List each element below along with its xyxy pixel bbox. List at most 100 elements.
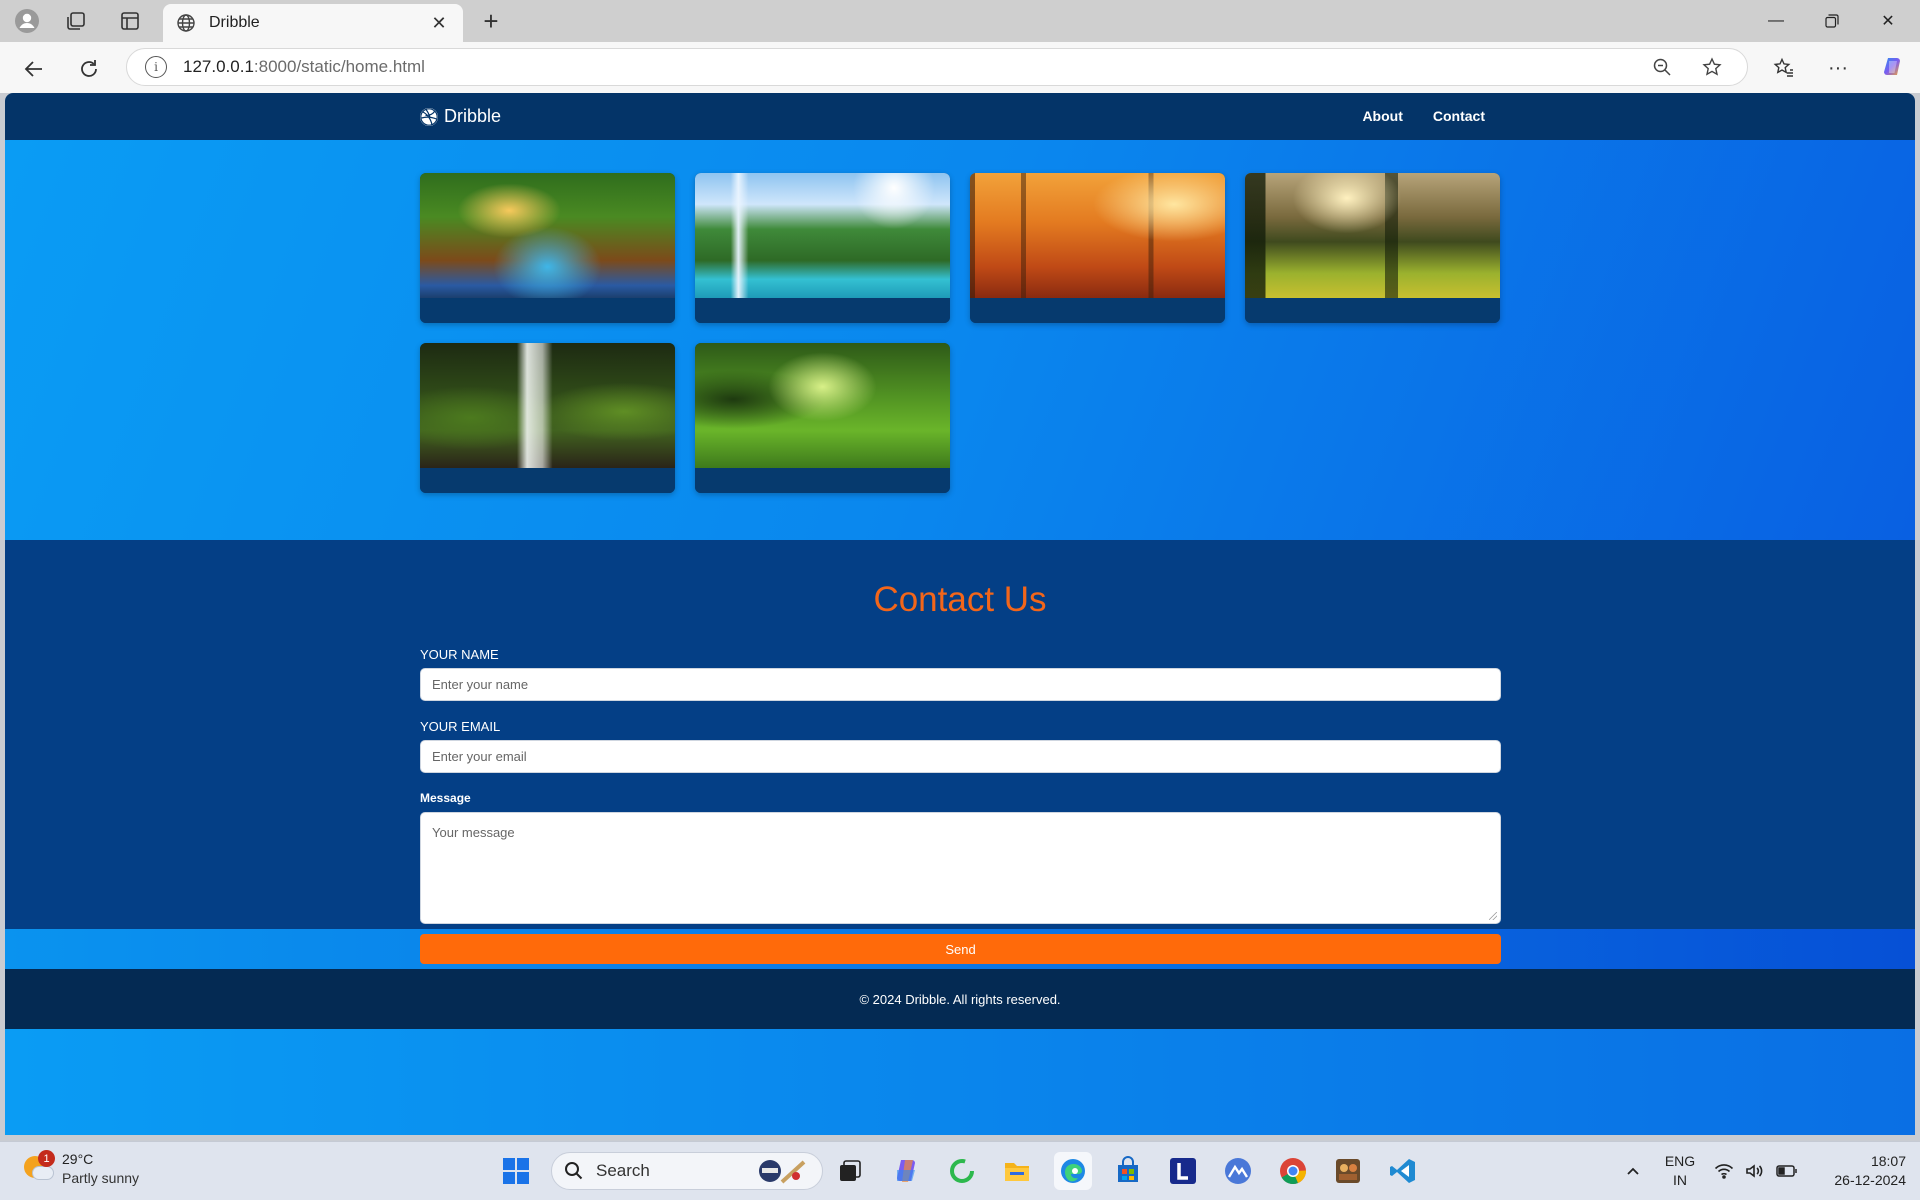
dribbble-ball-icon xyxy=(420,107,438,126)
contact-section: Contact Us YOUR NAME Enter your name YOU… xyxy=(5,540,1915,964)
zoom-icon[interactable] xyxy=(1647,52,1677,82)
gallery-card[interactable] xyxy=(1245,173,1500,323)
task-view-icon[interactable] xyxy=(831,1152,869,1190)
message-label: Message xyxy=(420,791,471,805)
card-caption-bar xyxy=(695,298,950,323)
site-logo[interactable]: Dribble xyxy=(420,106,501,127)
card-caption-bar xyxy=(420,468,675,493)
email-placeholder: Enter your email xyxy=(432,749,527,764)
favorite-star-icon[interactable] xyxy=(1697,52,1727,82)
taskbar: 1 29°C Partly sunny Search ENG IN 18:07 … xyxy=(0,1141,1920,1200)
gallery-card[interactable] xyxy=(695,173,950,323)
gallery-card[interactable] xyxy=(420,343,675,493)
language-indicator[interactable]: ENG IN xyxy=(1656,1152,1704,1190)
back-icon[interactable] xyxy=(17,52,51,86)
email-label: YOUR EMAIL xyxy=(420,719,501,734)
notification-badge: 1 xyxy=(38,1150,55,1167)
close-window-icon[interactable]: ✕ xyxy=(1860,0,1916,42)
profile-icon[interactable] xyxy=(12,6,42,36)
gallery-card[interactable] xyxy=(420,173,675,323)
address-bar[interactable]: i 127.0.0.1:8000/static/home.html xyxy=(126,48,1748,86)
lang-primary: ENG xyxy=(1664,1153,1696,1169)
card-caption-bar xyxy=(695,468,950,493)
tab-title: Dribble xyxy=(209,14,260,31)
partly-sunny-icon: 1 xyxy=(22,1150,56,1186)
url-path: :8000/static/home.html xyxy=(253,57,425,76)
resize-handle-icon[interactable] xyxy=(1489,912,1497,920)
message-field[interactable]: Your message xyxy=(420,812,1501,924)
url-host: 127.0.0.1 xyxy=(183,57,254,76)
windows-start-icon[interactable] xyxy=(497,1152,535,1190)
weather-temp: 29°C xyxy=(62,1151,94,1167)
sunlit-meadow-image xyxy=(1245,173,1500,298)
browser-tab-bar: Dribble ✕ + — ✕ xyxy=(0,0,1920,42)
chrome-icon[interactable] xyxy=(1274,1152,1312,1190)
forest-stream-image xyxy=(420,173,675,298)
name-field[interactable]: Enter your name xyxy=(420,668,1501,701)
system-tray-icons[interactable] xyxy=(1709,1152,1803,1190)
mossy-waterfall-image xyxy=(420,343,675,468)
l-app-icon[interactable] xyxy=(1164,1152,1202,1190)
microsoft-store-icon[interactable] xyxy=(1109,1152,1147,1190)
card-caption-bar xyxy=(970,298,1225,323)
brand-name: Dribble xyxy=(444,106,502,126)
lang-region: IN xyxy=(1673,1172,1687,1188)
taskbar-search[interactable]: Search xyxy=(551,1152,823,1190)
page-viewport: Dribble About Contact Contact Us YOUR NA… xyxy=(5,93,1915,1135)
site-footer: © 2024 Dribble. All rights reserved. xyxy=(5,969,1915,1029)
page-bottom-band xyxy=(5,1029,1915,1135)
tab-dribble[interactable]: Dribble ✕ xyxy=(163,4,463,42)
restore-icon[interactable] xyxy=(1804,0,1860,42)
name-placeholder: Enter your name xyxy=(432,677,529,692)
green-forest-path-image xyxy=(695,343,950,468)
edge-browser-icon[interactable] xyxy=(1054,1152,1092,1190)
weather-widget[interactable]: 1 29°C Partly sunny xyxy=(22,1150,139,1188)
copilot-app-icon[interactable] xyxy=(888,1152,926,1190)
autumn-forest-image xyxy=(970,173,1225,298)
message-placeholder: Your message xyxy=(432,825,515,840)
card-caption-bar xyxy=(420,298,675,323)
site-nav: About Contact xyxy=(1362,108,1485,124)
gallery-card[interactable] xyxy=(970,173,1225,323)
site-header: Dribble About Contact xyxy=(5,93,1915,140)
copyright-text: © 2024 Dribble. All rights reserved. xyxy=(859,991,1061,1007)
refresh-app-icon[interactable] xyxy=(943,1152,981,1190)
contact-title: Contact Us xyxy=(873,580,1047,619)
close-tab-icon[interactable]: ✕ xyxy=(427,11,451,35)
reload-icon[interactable] xyxy=(72,52,106,86)
workspaces-icon[interactable] xyxy=(61,6,91,36)
favorites-icon[interactable] xyxy=(1766,50,1802,86)
file-explorer-icon[interactable] xyxy=(998,1152,1036,1190)
mountain-app-icon[interactable] xyxy=(1219,1152,1257,1190)
nav-about[interactable]: About xyxy=(1362,108,1402,124)
gallery-card[interactable] xyxy=(695,343,950,493)
tab-actions-icon[interactable] xyxy=(115,6,145,36)
copilot-icon[interactable] xyxy=(1875,50,1911,86)
email-field[interactable]: Enter your email xyxy=(420,740,1501,773)
name-label: YOUR NAME xyxy=(420,647,499,662)
nav-contact[interactable]: Contact xyxy=(1433,108,1485,124)
wifi-icon xyxy=(1715,1164,1734,1179)
cricket-highlight-icon xyxy=(759,1160,806,1184)
image-gallery xyxy=(5,140,1915,540)
search-label: Search xyxy=(596,1161,650,1180)
clock-time: 18:07 xyxy=(1870,1153,1906,1169)
url-text[interactable]: 127.0.0.1:8000/static/home.html xyxy=(183,57,1647,77)
globe-icon xyxy=(175,12,197,34)
search-icon xyxy=(565,1162,583,1180)
waterfall-lake-image xyxy=(695,173,950,298)
chevron-up-icon[interactable] xyxy=(1614,1152,1652,1190)
card-caption-bar xyxy=(1245,298,1500,323)
media-app-icon[interactable] xyxy=(1329,1152,1367,1190)
send-button[interactable]: Send xyxy=(420,934,1501,964)
site-info-icon[interactable]: i xyxy=(145,56,167,78)
volume-icon xyxy=(1746,1164,1763,1178)
more-options-icon[interactable]: ··· xyxy=(1820,50,1856,86)
vscode-icon[interactable] xyxy=(1384,1152,1422,1190)
clock-date: 26-12-2024 xyxy=(1834,1172,1906,1188)
weather-desc: Partly sunny xyxy=(62,1170,140,1186)
new-tab-icon[interactable]: + xyxy=(476,6,506,36)
battery-icon xyxy=(1775,1165,1797,1177)
minimize-icon[interactable]: — xyxy=(1748,0,1804,42)
clock[interactable]: 18:07 26-12-2024 xyxy=(1806,1152,1906,1190)
